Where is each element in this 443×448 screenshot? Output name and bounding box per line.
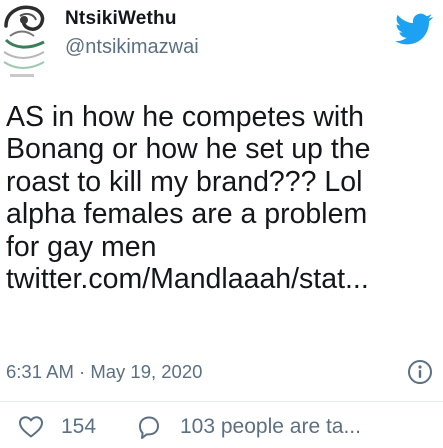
tweet-card: NtsikiWethu @ntsikimazwai AS in how he c… [0,0,443,448]
tweet-timestamp[interactable]: 6:31 AM · May 19, 2020 [6,361,202,383]
like-count: 154 [61,415,97,438]
comment-bubble-icon [139,416,159,439]
tweet-meta: 6:31 AM · May 19, 2020 [6,357,441,387]
like-button[interactable]: 154 [18,412,96,442]
tweet-text: AS in how he competes with Bonang or how… [6,101,371,296]
reply-count-text: 103 people are ta... [180,415,361,438]
author-handle[interactable]: @ntsikimazwai [65,36,199,59]
heart-icon [19,416,43,438]
avatar[interactable] [0,0,58,86]
tweet-header: NtsikiWethu @ntsikimazwai [0,0,443,100]
twitter-bird-icon[interactable] [395,10,433,48]
author-display-name[interactable]: NtsikiWethu [65,8,177,30]
reply-button[interactable]: 103 people are ta... [136,412,361,442]
info-icon[interactable] [405,357,435,387]
tweet-actions: 154 103 people are ta... [0,412,443,448]
divider [0,401,443,402]
